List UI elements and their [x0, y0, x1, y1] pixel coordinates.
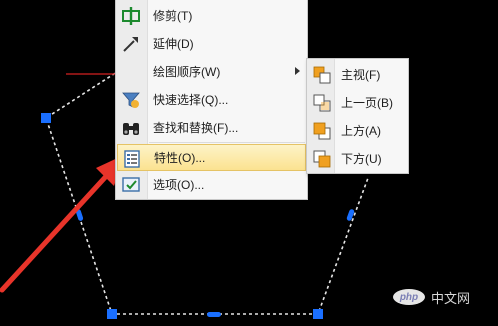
submenu-item-send-under[interactable]: 下方(U) [308, 145, 407, 172]
send-under-icon [313, 150, 331, 168]
submenu-item-bring-to-front[interactable]: 主视(F) [308, 61, 407, 88]
menu-item-label: 上方(A) [341, 124, 381, 138]
menu-separator [149, 142, 305, 143]
menu-item-label: 选项(O)... [153, 178, 205, 192]
menu-item-label: 绘图顺序(W) [153, 65, 221, 79]
draw-order-submenu: 主视(F) 上一页(B) 上方(A) 下方(U) [306, 58, 409, 174]
send-to-back-icon [313, 94, 331, 112]
vertex-grip[interactable] [313, 309, 323, 319]
menu-item-label: 主视(F) [341, 68, 381, 82]
php-cn-watermark: php 中文网 [393, 286, 493, 308]
options-icon [122, 177, 140, 192]
menu-item-find-replace[interactable]: 查找和替换(F)... [117, 114, 306, 141]
menu-item-label: 上一页(B) [341, 96, 393, 110]
menu-item-quick-select[interactable]: 快速选择(Q)... [117, 86, 306, 113]
context-menu: 修剪(T) 延伸(D) 绘图顺序(W) 快速选择(Q)... 查找和替换(F).… [115, 0, 308, 200]
menu-item-draw-order[interactable]: 绘图顺序(W) [117, 58, 306, 85]
find-replace-icon [123, 123, 139, 135]
menu-item-label: 下方(U) [341, 152, 382, 166]
menu-item-properties[interactable]: 特性(O)... [117, 144, 306, 171]
menu-item-options[interactable]: 选项(O)... [117, 171, 306, 198]
submenu-item-bring-above[interactable]: 上方(A) [308, 117, 407, 144]
menu-item-label: 延伸(D) [153, 37, 194, 51]
properties-icon [124, 150, 140, 168]
submenu-item-send-to-back[interactable]: 上一页(B) [308, 89, 407, 116]
quick-select-icon [122, 92, 140, 108]
php-logo: php [393, 289, 425, 305]
vertex-grip[interactable] [41, 113, 51, 123]
watermark-text: 中文网 [431, 290, 471, 306]
bring-to-front-icon [313, 66, 331, 84]
annotation-arrow-shaft [0, 169, 113, 293]
menu-item-label: 查找和替换(F)... [153, 121, 239, 135]
menu-item-label: 修剪(T) [153, 9, 193, 23]
menu-item-label: 特性(O)... [154, 151, 206, 165]
submenu-arrow-icon [295, 67, 300, 75]
trim-icon [122, 7, 140, 25]
vertex-grip[interactable] [107, 309, 117, 319]
bring-above-icon [313, 122, 331, 140]
menu-item-trim[interactable]: 修剪(T) [117, 2, 306, 29]
extend-icon [123, 37, 138, 52]
menu-item-label: 快速选择(Q)... [153, 93, 229, 107]
menu-item-extend[interactable]: 延伸(D) [117, 30, 306, 57]
midpoint-grip[interactable] [207, 312, 221, 317]
